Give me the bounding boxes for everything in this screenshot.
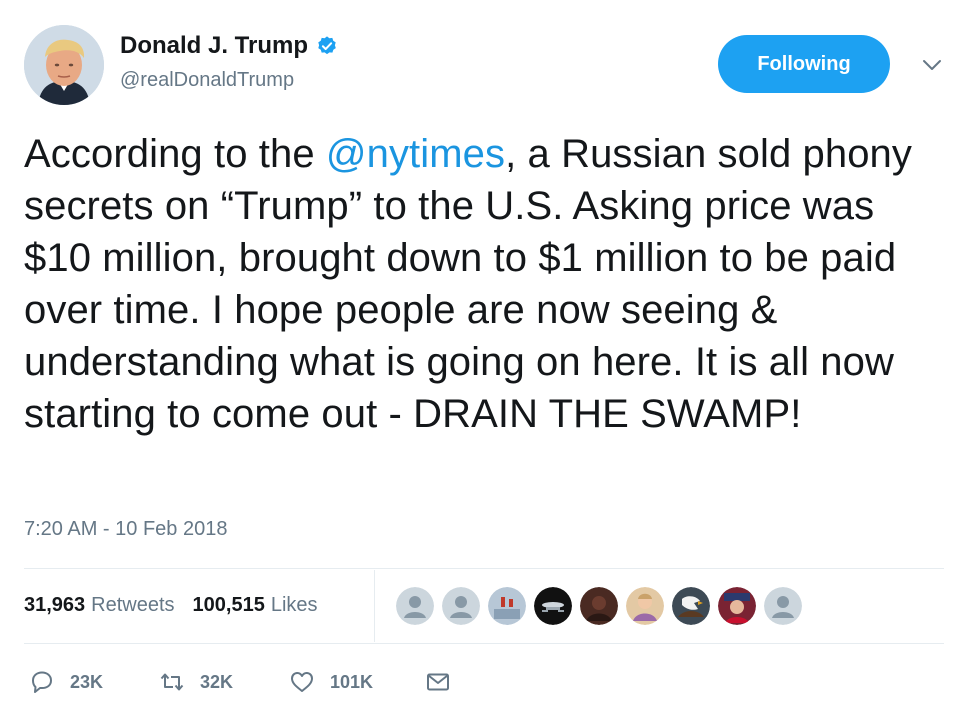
default-avatar-icon [764,587,802,625]
envelope-icon [427,673,449,691]
stats-separator [374,570,375,642]
eagle-avatar-icon [672,587,710,625]
default-avatar-icon [442,587,480,625]
divider [24,568,944,569]
mention-link[interactable]: @nytimes [326,132,505,176]
tweet-text-body: , a Russian sold phony secrets on “Trump… [24,132,912,436]
chevron-down-icon[interactable] [918,55,946,75]
likes-count: 100,515 [192,594,265,616]
direct-message-button[interactable] [424,668,452,696]
like-count: 101K [330,671,374,692]
tweet-timestamp[interactable]: 7:20 AM - 10 Feb 2018 [24,514,227,544]
photo-avatar-icon [488,587,526,625]
author-info: Donald J. Trump @realDonaldTrump [120,30,338,94]
following-button[interactable]: Following [718,35,890,93]
photo-avatar-icon [626,587,664,625]
photo-avatar-icon [580,587,618,625]
liker-avatar[interactable] [488,587,526,625]
retweets-count: 31,963 [24,594,86,616]
default-avatar-icon [396,587,434,625]
retweet-button[interactable]: 32K [158,668,288,696]
profile-photo-icon [24,25,104,105]
verified-badge-icon [318,36,336,55]
liker-avatar[interactable] [626,587,664,625]
author-avatar[interactable] [24,25,104,105]
liker-avatar[interactable] [580,587,618,625]
reply-icon [32,671,52,693]
reply-button[interactable]: 23K [28,668,158,696]
reply-count: 23K [70,671,104,692]
author-display-name[interactable]: Donald J. Trump [120,30,308,62]
author-name-row[interactable]: Donald J. Trump [120,30,338,62]
liker-avatar[interactable] [442,587,480,625]
divider [24,643,944,644]
liker-avatars [396,587,802,625]
liker-avatar[interactable] [396,587,434,625]
tweet-text-intro: According to the [24,132,326,176]
heart-icon [291,672,313,692]
author-handle[interactable]: @realDonaldTrump [120,66,338,94]
liker-avatar[interactable] [672,587,710,625]
retweet-count: 32K [200,671,234,692]
tweet-text: According to the @nytimes, a Russian sol… [24,128,944,440]
tweet-card: Donald J. Trump @realDonaldTrump Followi… [0,0,980,722]
likes-label: Likes [270,594,318,616]
liker-avatar[interactable] [764,587,802,625]
liker-avatar[interactable] [718,587,756,625]
retweets-label: Retweets [91,594,175,616]
tweet-stats: 31,963 Retweets 100,515 Likes [24,590,318,620]
likes-stat[interactable]: 100,515 Likes [193,590,318,620]
tweet-actions: 23K 32K 101K [28,668,452,696]
photo-avatar-icon [718,587,756,625]
like-button[interactable]: 101K [288,668,424,696]
liker-avatar[interactable] [534,587,572,625]
retweet-icon [160,673,184,691]
retweets-stat[interactable]: 31,963 Retweets [24,590,175,620]
starship-avatar-icon [534,587,572,625]
